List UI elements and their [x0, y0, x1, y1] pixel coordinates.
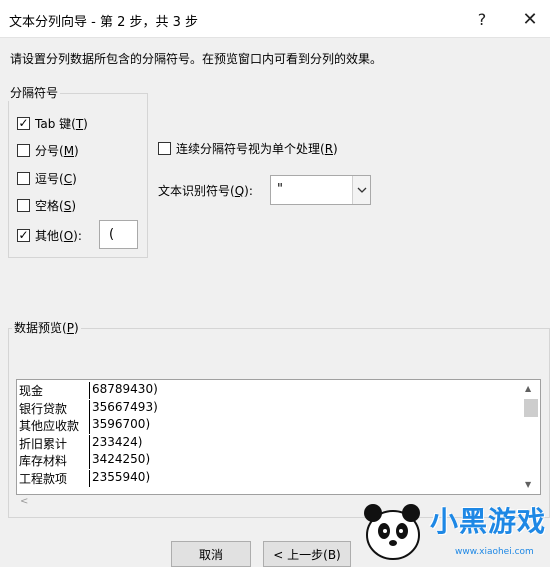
watermark-text: 小黑游戏: [430, 505, 547, 538]
preview-cell: 3424250): [92, 452, 151, 466]
preview-cell: 库存材料: [19, 454, 68, 468]
semicolon-checkbox-label: 分号(M): [35, 143, 79, 158]
comma-checkbox-label: 逗号(C): [35, 171, 77, 186]
preview-cell: 35667493): [92, 399, 158, 414]
instructions-text: 请设置分列数据所包含的分隔符号。在预览窗口内可看到分列的效果。: [10, 52, 383, 66]
data-preview-box[interactable]: 现金 68789430) 银行贷款 35667493) 其他应收款 3596700) 折旧累…: [16, 379, 541, 495]
consecutive-checkbox-box[interactable]: [158, 141, 171, 155]
tab-checkbox-box[interactable]: [17, 116, 30, 130]
column-separator[interactable]: [89, 469, 90, 487]
text-qualifier-label: 文本识别符号(Q):: [158, 184, 253, 198]
cancel-button[interactable]: 取消: [171, 541, 251, 567]
preview-cell: 工程款项: [19, 471, 68, 486]
preview-cell: 其他应收款: [19, 419, 80, 433]
semicolon-checkbox-box[interactable]: [17, 143, 30, 157]
semicolon-checkbox[interactable]: 分号(M): [17, 141, 79, 159]
back-button[interactable]: < 上一步(B): [263, 541, 351, 567]
comma-checkbox[interactable]: 逗号(C): [17, 169, 77, 187]
text-qualifier-select[interactable]: ": [270, 175, 371, 205]
preview-cell: 折旧累计: [19, 436, 68, 451]
consecutive-delimiters-checkbox[interactable]: 连续分隔符号视为单个处理(R): [158, 139, 338, 157]
preview-cell: 3596700): [92, 417, 151, 431]
space-checkbox-label: 空格(S): [35, 198, 76, 213]
preview-cell: 银行贷款: [19, 401, 68, 416]
close-icon[interactable]: ✕: [510, 4, 550, 34]
arrow-down-icon[interactable]: ▼: [525, 480, 531, 489]
consecutive-checkbox-label: 连续分隔符号视为单个处理(R): [176, 141, 338, 156]
tab-checkbox[interactable]: Tab 键(T): [17, 114, 88, 132]
other-delimiter-input[interactable]: (: [99, 220, 138, 249]
other-checkbox-box[interactable]: [17, 228, 30, 242]
chevron-down-icon[interactable]: [352, 176, 370, 204]
preview-cell: 现金: [19, 384, 44, 398]
comma-checkbox-box[interactable]: [17, 171, 30, 185]
watermark-url: www.xiaohei.com: [455, 547, 534, 557]
column-separator[interactable]: [89, 399, 90, 417]
preview-cell: 68789430): [92, 382, 158, 396]
other-checkbox[interactable]: 其他(O):: [17, 226, 82, 244]
space-checkbox-box[interactable]: [17, 198, 30, 212]
column-separator[interactable]: [89, 382, 90, 399]
other-checkbox-label: 其他(O):: [35, 228, 82, 243]
column-separator[interactable]: [89, 434, 90, 452]
column-separator[interactable]: [89, 452, 90, 469]
preview-cell: 2355940): [92, 469, 151, 484]
space-checkbox[interactable]: 空格(S): [17, 196, 76, 214]
title-bar: 文本分列向导 - 第 2 步，共 3 步 ? ✕: [0, 0, 550, 38]
arrow-left-icon[interactable]: <: [20, 496, 28, 507]
delimiters-group-title: 分隔符号: [8, 84, 61, 101]
help-icon[interactable]: ?: [462, 4, 502, 34]
tab-checkbox-label: Tab 键(T): [35, 116, 88, 131]
window-title: 文本分列向导 - 第 2 步，共 3 步: [9, 15, 199, 30]
vertical-scroll-thumb[interactable]: [524, 399, 538, 417]
preview-cell: 233424): [92, 434, 143, 449]
arrow-up-icon[interactable]: ▲: [525, 384, 531, 393]
column-separator[interactable]: [89, 417, 90, 434]
data-preview-title: 数据预览(P): [12, 319, 81, 336]
text-qualifier-value: ": [277, 182, 283, 197]
